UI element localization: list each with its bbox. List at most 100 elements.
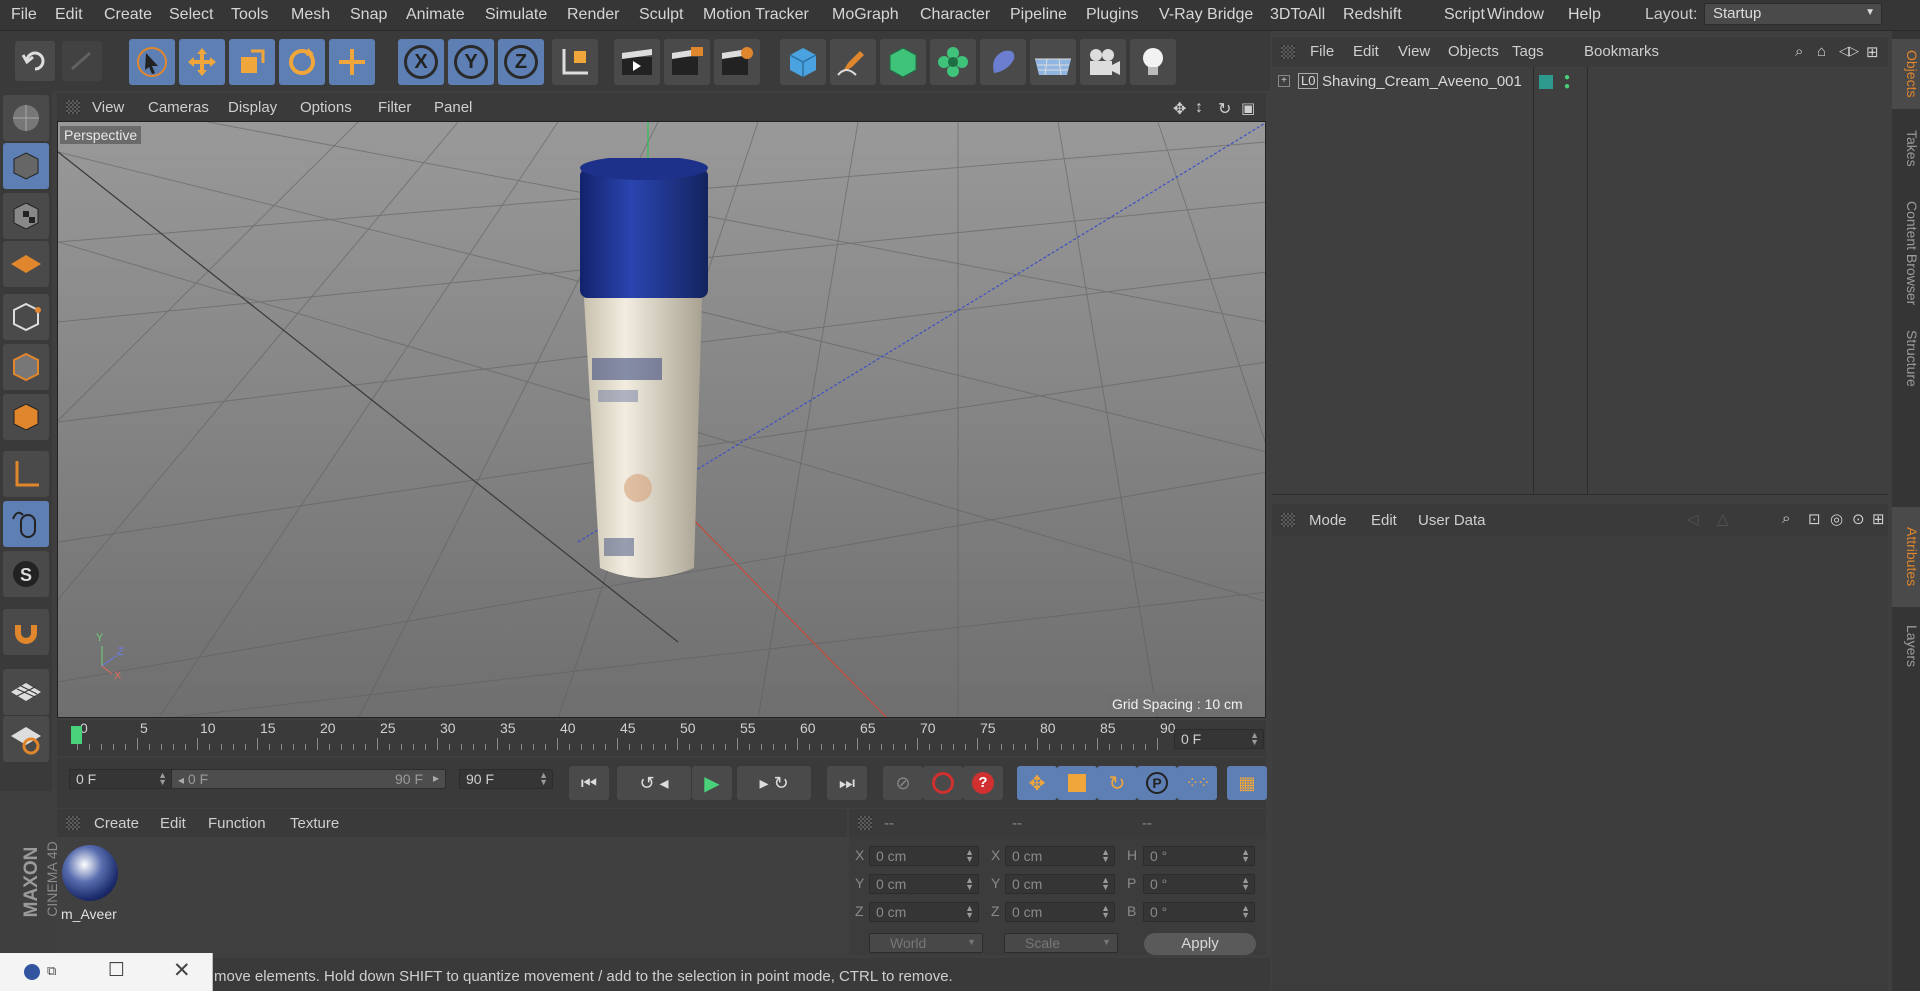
menu-help[interactable]: Help [1568, 6, 1601, 24]
workplane-lock-button[interactable] [3, 669, 49, 715]
prev-keyframe-button[interactable]: ↺ ◂ [617, 766, 691, 800]
tab-layers[interactable]: Layers [1892, 611, 1920, 681]
attribute-menu-user-data[interactable]: User Data [1418, 512, 1486, 529]
layout-select[interactable]: Startup ▼ [1704, 3, 1882, 25]
edges-mode-button[interactable] [3, 344, 49, 390]
scale-tool-button[interactable] [229, 39, 275, 85]
menu-sculpt[interactable]: Sculpt [639, 6, 683, 24]
expand-icon[interactable]: + [1278, 75, 1290, 87]
z-axis-button[interactable]: Z [498, 39, 544, 85]
size-z-field[interactable]: 0 cm ▲ ▼ [1005, 902, 1115, 922]
render-settings-button[interactable] [714, 39, 760, 85]
start-frame-field[interactable]: 0 F ▲ ▼ [69, 769, 172, 789]
redo-button[interactable] [62, 41, 102, 81]
current-frame-field[interactable]: 0 F ▲ ▼ [1174, 729, 1264, 749]
size-mode-select[interactable]: Scale ▼ [1004, 933, 1118, 953]
material-menu-create[interactable]: Create [94, 815, 139, 832]
attr-settings-icon[interactable]: ⊙ [1852, 510, 1865, 528]
menu-redshift[interactable]: Redshift [1343, 6, 1402, 24]
menu-window[interactable]: Window [1487, 6, 1544, 24]
deformer-button[interactable] [980, 39, 1026, 85]
tab-content-browser[interactable]: Content Browser [1892, 173, 1920, 333]
search-icon[interactable]: ⌕ [1795, 43, 1803, 60]
tweak-mode-button[interactable] [3, 501, 49, 547]
viewport-menu-filter[interactable]: Filter [378, 99, 411, 116]
menu-character[interactable]: Character [920, 6, 990, 24]
menu-animate[interactable]: Animate [406, 6, 465, 24]
attribute-menu-mode[interactable]: Mode [1309, 512, 1347, 529]
target-icon[interactable]: ◎ [1830, 510, 1843, 528]
coordinate-space-select[interactable]: World ▼ [869, 933, 983, 953]
rotation-b-field[interactable]: 0 ° ▲ ▼ [1143, 902, 1255, 922]
dolly-view-icon[interactable]: ↕ [1195, 99, 1203, 117]
object-menu-file[interactable]: File [1310, 43, 1334, 60]
menu-simulate[interactable]: Simulate [485, 6, 547, 24]
y-axis-button[interactable]: Y [448, 39, 494, 85]
pen-spline-button[interactable] [830, 39, 876, 85]
back-arrow-icon[interactable]: ◁ [1687, 510, 1699, 528]
object-menu-objects[interactable]: Objects [1448, 43, 1499, 60]
menu-render[interactable]: Render [567, 6, 619, 24]
rotation-p-field[interactable]: 0 ° ▲ ▼ [1143, 874, 1255, 894]
autokey-button[interactable] [923, 766, 963, 800]
camera-button[interactable] [1080, 39, 1126, 85]
position-y-field[interactable]: 0 cm ▲ ▼ [869, 874, 979, 894]
rotate-tool-button[interactable] [279, 39, 325, 85]
menu-pipeline[interactable]: Pipeline [1010, 6, 1067, 24]
current-frame-marker[interactable] [71, 726, 82, 744]
maximize-icon[interactable]: ☐ [108, 959, 125, 982]
back-icon[interactable]: ◁▷ [1839, 43, 1859, 59]
render-picture-viewer-button[interactable] [664, 39, 710, 85]
size-x-field[interactable]: 0 cm ▲ ▼ [1005, 846, 1115, 866]
attr-new-panel-icon[interactable]: ⊞ [1872, 510, 1885, 528]
move-tool-button[interactable] [179, 39, 225, 85]
viewport-menu-panel[interactable]: Panel [434, 99, 472, 116]
menu-plugins[interactable]: Plugins [1086, 6, 1138, 24]
menu-select[interactable]: Select [169, 6, 213, 24]
snap-button[interactable] [3, 609, 49, 655]
next-keyframe-button[interactable]: ▸ ↻ [737, 766, 811, 800]
menu-vray-bridge[interactable]: V-Ray Bridge [1159, 6, 1253, 24]
goto-end-button[interactable]: ⏭ [827, 766, 867, 800]
menu-mesh[interactable]: Mesh [291, 6, 330, 24]
attr-search-icon[interactable]: ⌕ [1782, 510, 1790, 527]
end-frame-field[interactable]: 90 F ▲ ▼ [459, 769, 553, 789]
lock-icon[interactable]: ⊡ [1808, 510, 1821, 528]
x-axis-button[interactable]: X [398, 39, 444, 85]
goto-start-button[interactable]: ⏮ [569, 766, 609, 800]
subdivision-surface-button[interactable] [880, 39, 926, 85]
record-active-button[interactable]: ⊘ [883, 766, 923, 800]
material-tag-icon[interactable] [1539, 75, 1553, 89]
polygons-mode-button[interactable] [3, 394, 49, 440]
menu-script[interactable]: Script [1444, 6, 1485, 24]
menu-file[interactable]: File [11, 6, 37, 24]
keyframe-selection-button[interactable]: ? [963, 766, 1003, 800]
viewport-3d[interactable]: Perspective Grid Spacing : 10 cm Y Z X [57, 121, 1266, 718]
object-mode-button[interactable] [3, 143, 49, 189]
rotation-h-field[interactable]: 0 ° ▲ ▼ [1143, 846, 1255, 866]
preview-range-slider[interactable]: ◂ 0 F 90 F ▸ [171, 769, 446, 789]
light-button[interactable] [1130, 39, 1176, 85]
menu-edit[interactable]: Edit [55, 6, 83, 24]
home-icon[interactable]: ⌂ [1817, 43, 1826, 60]
up-arrow-icon[interactable]: △ [1717, 510, 1729, 528]
timeline-ruler[interactable]: 0 5 10 15 20 25 30 35 40 45 50 55 60 65 70 75 80 85 90 0 F… [57, 720, 1266, 756]
position-x-field[interactable]: 0 cm ▲ ▼ [869, 846, 979, 866]
transform-tool-button[interactable] [329, 39, 375, 85]
solo-mode-button[interactable]: S [3, 551, 49, 597]
menu-3dtoall[interactable]: 3DToAll [1270, 6, 1325, 24]
workplane-rotate-button[interactable] [3, 716, 49, 762]
viewport-menu-options[interactable]: Options [300, 99, 352, 116]
viewport-menu-cameras[interactable]: Cameras [148, 99, 209, 116]
object-menu-tags[interactable]: Tags [1512, 43, 1544, 60]
select-tool-button[interactable] [129, 39, 175, 85]
new-panel-icon[interactable]: ⊞ [1866, 43, 1879, 61]
visibility-dots-icon[interactable]: ● ● [1564, 73, 1570, 92]
object-row[interactable]: + L0 Shaving_Cream_Aveeno_001 ● ● [1272, 73, 1888, 93]
timeline-window-button[interactable]: ▦ [1227, 766, 1267, 800]
key-parameter-button[interactable]: P [1137, 766, 1177, 800]
cloner-button[interactable] [930, 39, 976, 85]
menu-create[interactable]: Create [104, 6, 152, 24]
play-button[interactable]: ▶ [692, 766, 732, 800]
coordinate-system-button[interactable] [552, 39, 598, 85]
